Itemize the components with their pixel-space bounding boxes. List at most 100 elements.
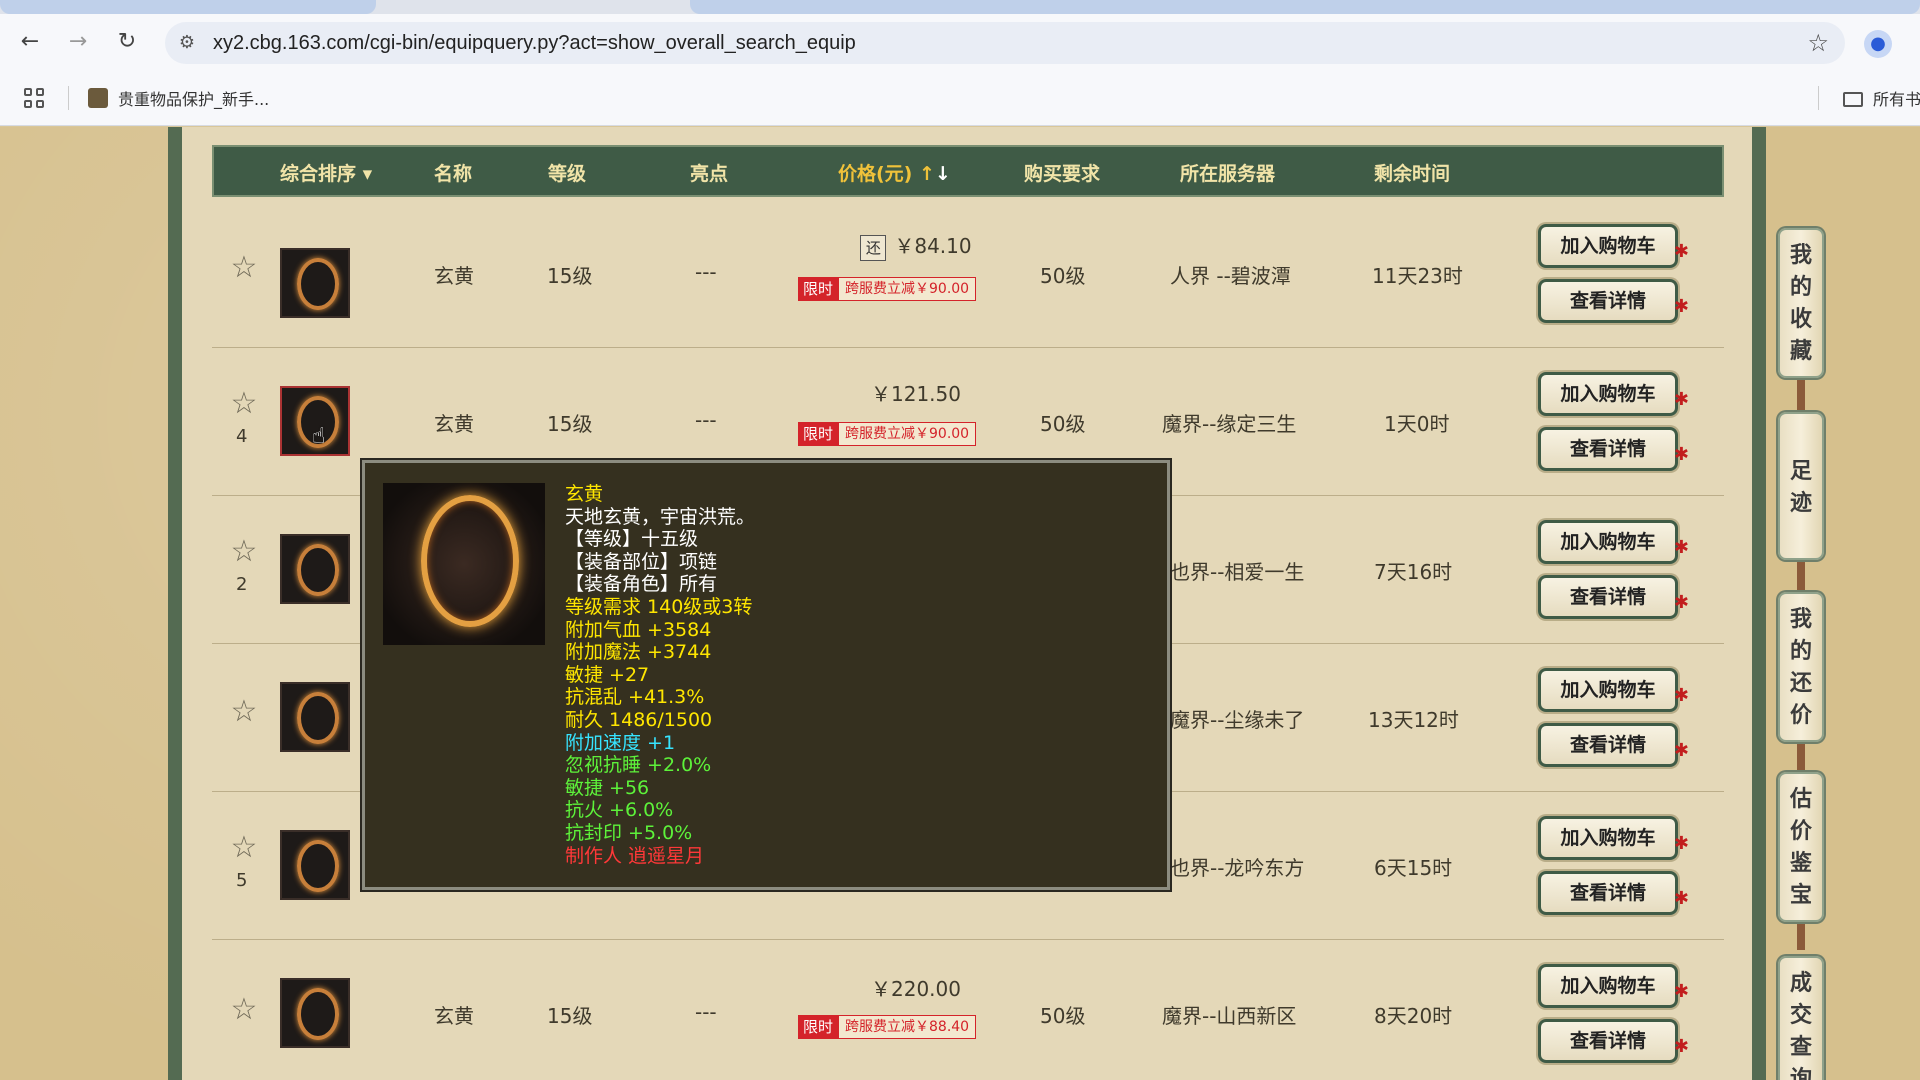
caret-down-icon: ▾: [362, 163, 373, 185]
add-to-cart-label: 加入购物车: [1560, 975, 1656, 997]
item-thumbnail[interactable]: [280, 682, 350, 752]
tooltip-line: 耐久 1486/1500: [565, 708, 713, 731]
add-to-cart-button[interactable]: 加入购物车 ✱: [1538, 520, 1689, 564]
browser-toolbar: ← → ↻ ⚙ xy2.cbg.163.com/cgi-bin/equipque…: [0, 14, 1920, 70]
reload-icon[interactable]: ↻: [113, 28, 141, 56]
item-name: 玄黄: [434, 1004, 474, 1028]
appraise-button[interactable]: 估价鉴宝: [1778, 772, 1824, 922]
add-to-cart-button[interactable]: 加入购物车 ✱: [1538, 816, 1689, 860]
item-large-image: [383, 483, 545, 645]
chain-decoration: [1797, 740, 1805, 770]
bookmarks-bar: 贵重物品保护_新手... 所有书: [0, 70, 1920, 126]
all-bookmarks[interactable]: 所有书: [1818, 86, 1920, 110]
item-thumbnail[interactable]: [280, 248, 350, 318]
favorite-star-icon[interactable]: ☆: [228, 252, 260, 284]
forward-icon[interactable]: →: [64, 28, 92, 56]
sort-dropdown[interactable]: 综合排序 ▾: [280, 159, 372, 186]
back-icon[interactable]: ←: [16, 28, 44, 56]
header-price[interactable]: 价格(元) ↑↓: [838, 159, 951, 186]
view-details-label: 查看详情: [1569, 586, 1646, 608]
profile-avatar-icon[interactable]: ●: [1864, 30, 1892, 58]
frame-border-left: [168, 127, 182, 1080]
add-to-cart-label: 加入购物车: [1560, 383, 1656, 405]
view-details-label: 查看详情: [1569, 734, 1646, 756]
tooltip-line: 附加魔法 +3744: [565, 641, 712, 664]
tooltip-line: 玄黄: [565, 483, 604, 505]
deal-query-button[interactable]: 成交查询: [1778, 956, 1824, 1080]
add-to-cart-button[interactable]: 加入购物车 ✱: [1538, 668, 1689, 712]
close-mark-icon: ✱: [1673, 389, 1689, 410]
item-tooltip: 玄黄 天地玄黄，宇宙洪荒。 【等级】十五级 【装备部位】项链 【装备角色】所有 …: [362, 460, 1170, 890]
price-value: ￥121.50: [871, 382, 961, 406]
header-server: 所在服务器: [1180, 163, 1276, 185]
item-time: 7天16时: [1374, 560, 1453, 584]
view-details-button[interactable]: 查看详情 ✱: [1538, 427, 1689, 471]
tooltip-line: 附加气血 +3584: [565, 618, 712, 641]
favorite-star-icon[interactable]: ☆: [228, 696, 260, 728]
favorite-star-icon[interactable]: ☆: [228, 388, 260, 420]
view-details-label: 查看详情: [1569, 438, 1646, 460]
item-price: 还 ￥84.10: [796, 230, 1036, 261]
arrow-down-icon[interactable]: ↓: [935, 163, 951, 185]
close-mark-icon: ✱: [1673, 981, 1689, 1002]
promo-tag: 限时: [798, 1015, 839, 1039]
price-value: ￥84.10: [894, 234, 972, 258]
item-thumbnail[interactable]: [280, 830, 350, 900]
favorite-star-icon[interactable]: ☆: [228, 994, 260, 1026]
my-favorites-label: 我的收藏: [1790, 243, 1813, 364]
address-bar[interactable]: ⚙ xy2.cbg.163.com/cgi-bin/equipquery.py?…: [165, 22, 1845, 64]
view-details-button[interactable]: 查看详情 ✱: [1538, 871, 1689, 915]
url-text[interactable]: xy2.cbg.163.com/cgi-bin/equipquery.py?ac…: [213, 32, 856, 55]
bookmark-favicon-icon: [88, 88, 108, 108]
item-thumbnail[interactable]: [280, 978, 350, 1048]
promo-text: 跨服费立减￥90.00: [838, 277, 977, 301]
item-thumbnail[interactable]: [280, 534, 350, 604]
view-details-label: 查看详情: [1569, 1030, 1646, 1052]
close-mark-icon: ✱: [1673, 833, 1689, 854]
tooltip-attributes: 玄黄 天地玄黄，宇宙洪荒。 【等级】十五级 【装备部位】项链 【装备角色】所有 …: [565, 483, 755, 867]
view-details-button[interactable]: 查看详情 ✱: [1538, 1019, 1689, 1063]
add-to-cart-button[interactable]: 加入购物车 ✱: [1538, 372, 1689, 416]
add-to-cart-label: 加入购物车: [1560, 679, 1656, 701]
view-details-button[interactable]: 查看详情 ✱: [1538, 723, 1689, 767]
tab-inactive[interactable]: [0, 0, 376, 14]
bookmark-item[interactable]: 贵重物品保护_新手...: [88, 86, 269, 110]
close-mark-icon: ✱: [1673, 241, 1689, 262]
rebate-icon[interactable]: 还: [860, 235, 887, 261]
tab-inactive[interactable]: [690, 0, 1920, 14]
my-favorites-button[interactable]: 我的收藏: [1778, 228, 1824, 378]
arrow-up-icon[interactable]: ↑: [919, 163, 935, 185]
item-server: 也界--龙吟东方: [1170, 856, 1305, 880]
item-time: 8天20时: [1374, 1004, 1453, 1028]
header-time: 剩余时间: [1374, 163, 1451, 185]
apps-grid-icon[interactable]: [24, 88, 46, 110]
my-offers-button[interactable]: 我的还价: [1778, 592, 1824, 742]
tooltip-line: 抗火 +6.0%: [565, 799, 674, 822]
sort-label: 综合排序: [280, 163, 357, 185]
item-highlight: ---: [695, 408, 717, 432]
all-bookmarks-label: 所有书: [1873, 90, 1920, 109]
add-to-cart-button[interactable]: 加入购物车 ✱: [1538, 224, 1689, 268]
item-time: 13天12时: [1368, 708, 1459, 732]
item-highlight: ---: [695, 260, 717, 284]
add-to-cart-button[interactable]: 加入购物车 ✱: [1538, 964, 1689, 1008]
add-to-cart-label: 加入购物车: [1560, 827, 1656, 849]
favorite-star-icon[interactable]: ☆: [228, 832, 260, 864]
tooltip-line: 敏捷 +27: [565, 663, 650, 686]
item-time: 11天23时: [1372, 264, 1463, 288]
item-server: 魔界--山西新区: [1162, 1004, 1297, 1028]
mouse-cursor-icon: ☝: [312, 424, 326, 449]
favorite-star-icon[interactable]: ☆: [228, 536, 260, 568]
item-requirement: 50级: [1040, 1004, 1086, 1028]
view-details-label: 查看详情: [1569, 290, 1646, 312]
view-details-button[interactable]: 查看详情 ✱: [1538, 575, 1689, 619]
item-level: 15级: [547, 1004, 593, 1028]
site-info-icon[interactable]: ⚙: [175, 31, 199, 55]
view-details-label: 查看详情: [1569, 882, 1646, 904]
bookmark-star-icon[interactable]: ☆: [1807, 29, 1829, 57]
header-highlight: 亮点: [690, 163, 729, 185]
tooltip-line: 天地玄黄，宇宙洪荒。: [565, 505, 756, 528]
footprint-button[interactable]: 足迹: [1778, 412, 1824, 560]
chain-decoration: [1797, 380, 1805, 410]
view-details-button[interactable]: 查看详情 ✱: [1538, 279, 1689, 323]
